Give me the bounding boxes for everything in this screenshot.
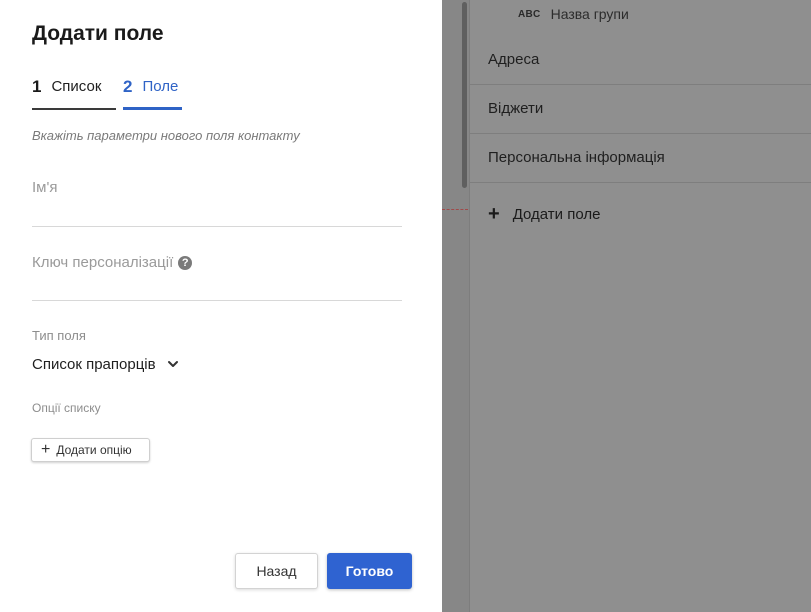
plus-icon: + — [488, 203, 500, 225]
back-button[interactable]: Назад — [235, 553, 318, 589]
step-field[interactable]: 2 Поле — [123, 76, 182, 110]
done-button[interactable]: Готово — [327, 553, 412, 589]
step-label: Список — [51, 78, 102, 95]
key-input[interactable] — [32, 300, 402, 301]
list-options-label: Опції списку — [32, 401, 101, 415]
background-scrollbar[interactable] — [462, 2, 467, 188]
background-field-groups: Адреса Віджети Персональна інформація — [470, 36, 811, 183]
step-number: 1 — [32, 77, 42, 96]
add-field-dialog: Додати поле 1 Список 2 Поле Вкажіть пара… — [0, 0, 442, 612]
group-item-personal-info[interactable]: Персональна інформація — [470, 134, 811, 183]
name-input[interactable] — [32, 226, 402, 227]
group-item-address[interactable]: Адреса — [470, 36, 811, 85]
field-type-value: Список прапорців — [32, 355, 156, 373]
step-list[interactable]: 1 Список — [32, 76, 116, 110]
add-field-label: Додати поле — [512, 205, 601, 223]
group-item-widgets[interactable]: Віджети — [470, 85, 811, 134]
field-type-select[interactable]: Список прапорців — [32, 354, 180, 374]
step-label: Поле — [142, 78, 179, 95]
dialog-title: Додати поле — [32, 22, 164, 45]
field-type-label: Тип поля — [32, 328, 86, 343]
dialog-subtitle: Вкажіть параметри нового поля контакту — [32, 128, 300, 143]
name-field-label: Ім'я — [32, 179, 58, 196]
group-name-label: Назва групи — [550, 6, 629, 22]
key-field-label-text: Ключ персоналізації — [32, 254, 174, 271]
key-field-label: Ключ персоналізації? — [32, 254, 193, 271]
plus-icon: + — [41, 441, 51, 458]
text-type-icon: ABC — [518, 8, 541, 20]
question-circle-icon[interactable]: ? — [178, 256, 193, 270]
add-option-label: Додати опцію — [56, 443, 132, 457]
step-number: 2 — [123, 77, 133, 96]
background-add-field-button[interactable]: + Додати поле — [488, 204, 600, 224]
chevron-down-icon — [167, 361, 178, 367]
drop-indicator-line — [442, 209, 468, 210]
background-group-row: ABC Назва групи — [518, 5, 629, 23]
add-option-button[interactable]: + Додати опцію — [31, 438, 150, 462]
